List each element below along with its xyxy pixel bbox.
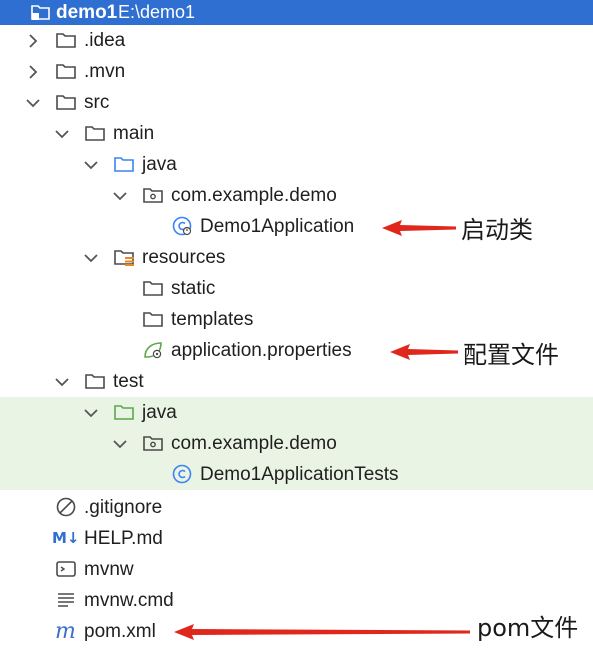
tree-row-mvnw-cmd[interactable]: mvnw.cmd: [0, 585, 593, 616]
project-path: E:\demo1: [118, 2, 196, 22]
tree-row-src[interactable]: src: [0, 87, 593, 118]
chevron-right-icon[interactable]: [25, 64, 41, 80]
test-source-folder-icon: [114, 405, 134, 420]
folder-icon: [85, 374, 105, 389]
tree-label: pom.xml: [84, 621, 156, 642]
folder-icon: [143, 281, 163, 296]
markdown-icon: M↓: [52, 529, 80, 547]
chevron-down-icon[interactable]: [25, 95, 41, 111]
ignore-file-icon: [56, 497, 76, 517]
folder-icon: [56, 64, 76, 79]
arrow-to-config-file: [390, 344, 458, 360]
folder-icon: [143, 312, 163, 327]
tree-row-mvn[interactable]: .mvn: [0, 56, 593, 87]
tree-label: .mvn: [84, 61, 126, 82]
chevron-down-icon[interactable]: [83, 157, 99, 173]
tree-label: .gitignore: [84, 497, 163, 518]
tree-row-test-package[interactable]: com.example.demo: [0, 428, 593, 459]
spring-boot-class-icon: [172, 216, 192, 236]
folder-icon: [85, 126, 105, 141]
tree-label: java: [142, 154, 177, 175]
project-root-row[interactable]: demo1 E:\demo1: [0, 0, 593, 25]
tree-row-resources[interactable]: resources: [0, 242, 593, 273]
package-icon: [143, 436, 163, 451]
tree-row-idea[interactable]: .idea: [0, 25, 593, 56]
chevron-right-icon[interactable]: [25, 33, 41, 49]
chevron-down-icon[interactable]: [112, 436, 128, 452]
tree-label: .idea: [84, 30, 126, 51]
tree-label: test: [113, 371, 144, 392]
tree-row-main[interactable]: main: [0, 118, 593, 149]
tree-label: main: [113, 123, 155, 144]
resources-folder-icon: [114, 250, 134, 266]
tree-label: HELP.md: [84, 528, 163, 549]
tree-row-mvnw[interactable]: mvnw: [0, 554, 593, 585]
folder-icon: [56, 33, 76, 48]
tree-row-main-package[interactable]: com.example.demo: [0, 180, 593, 211]
tree-label: static: [171, 278, 216, 299]
shell-script-icon: [56, 561, 76, 577]
annotation-startup-class: 启动类: [461, 216, 533, 244]
tree-label: Demo1Application: [200, 216, 355, 237]
folder-icon: [56, 95, 76, 110]
tree-label: com.example.demo: [171, 433, 337, 454]
text-file-icon: [58, 593, 74, 607]
tree-row-gitignore[interactable]: .gitignore: [0, 492, 593, 523]
project-name: demo1: [56, 2, 118, 23]
tree-label: java: [142, 402, 177, 423]
maven-icon: m: [55, 619, 76, 644]
chevron-down-icon[interactable]: [54, 374, 70, 390]
annotation-pom-file: pom文件: [477, 614, 579, 642]
source-folder-icon: [114, 157, 134, 172]
tree-row-demo1applicationtests[interactable]: Demo1ApplicationTests: [0, 459, 593, 490]
annotation-config-file: 配置文件: [463, 341, 559, 369]
tree-label: Demo1ApplicationTests: [200, 464, 399, 485]
tree-row-test[interactable]: test: [0, 366, 593, 397]
tree-label: com.example.demo: [171, 185, 337, 206]
tree-row-test-java[interactable]: java: [0, 397, 593, 428]
tree-label: application.properties: [171, 340, 352, 361]
chevron-down-icon[interactable]: [83, 405, 99, 421]
arrow-to-pom-file: [174, 624, 470, 640]
tree-label: resources: [142, 247, 226, 268]
tree-row-templates[interactable]: templates: [0, 304, 593, 335]
class-icon: [172, 464, 192, 484]
tree-row-main-java[interactable]: java: [0, 149, 593, 180]
tree-row-static[interactable]: static: [0, 273, 593, 304]
tree-row-help-md[interactable]: M↓ HELP.md: [0, 523, 593, 554]
tree-label: src: [84, 92, 110, 113]
package-icon: [143, 188, 163, 203]
tree-label: mvnw.cmd: [84, 590, 174, 611]
chevron-down-icon[interactable]: [54, 126, 70, 142]
module-folder-icon: [31, 5, 50, 20]
chevron-down-icon[interactable]: [83, 250, 99, 266]
arrow-to-startup-class: [382, 220, 456, 236]
tree-label: templates: [171, 309, 254, 330]
spring-properties-icon: [144, 342, 162, 359]
chevron-down-icon[interactable]: [112, 188, 128, 204]
tree-label: mvnw: [84, 559, 134, 580]
